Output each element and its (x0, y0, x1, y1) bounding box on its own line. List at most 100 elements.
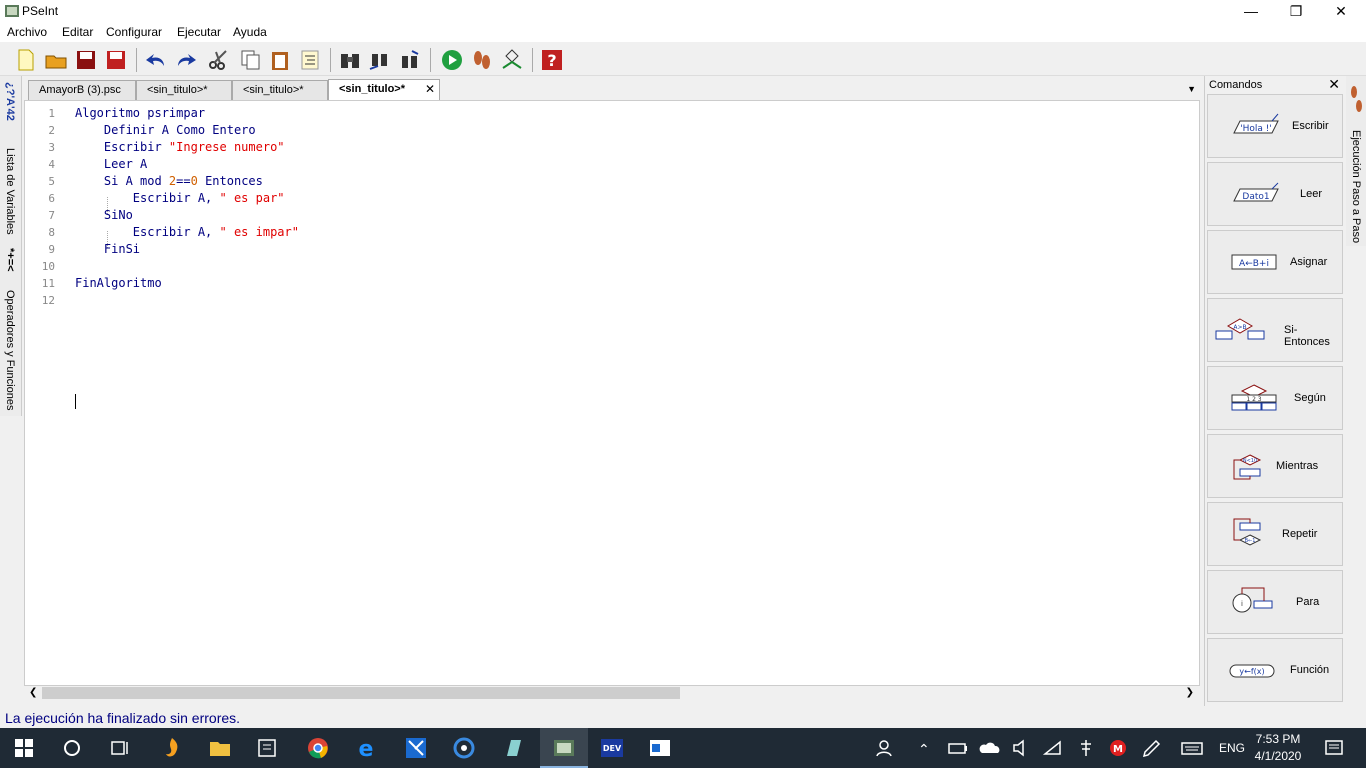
command-mientras[interactable]: N<10 Mientras (1207, 434, 1343, 498)
task-view-icon[interactable] (108, 736, 132, 760)
command-repetir[interactable]: B←1 Repetir (1207, 502, 1343, 566)
minimize-button[interactable]: — (1228, 0, 1274, 22)
code-line[interactable]: 10 (25, 258, 1195, 275)
code-line[interactable]: 3 Escribir "Ingrese numero" (25, 139, 1195, 156)
fl-studio-icon[interactable] (160, 736, 184, 760)
file-explorer-icon[interactable] (208, 736, 232, 760)
find-next-icon[interactable] (368, 48, 392, 72)
maximize-button[interactable]: ❐ (1273, 0, 1319, 22)
undo-icon[interactable] (144, 48, 168, 72)
replace-icon[interactable] (398, 48, 422, 72)
horizontal-scrollbar[interactable]: ❮ ❯ (24, 686, 1200, 700)
new-file-icon[interactable] (14, 48, 38, 72)
close-commands-icon[interactable]: ✕ (1328, 76, 1340, 93)
keyboard-icon[interactable] (1180, 736, 1204, 760)
pen-icon[interactable] (1140, 736, 1164, 760)
close-button[interactable]: ✕ (1318, 0, 1364, 22)
code-text: FinSi (75, 241, 140, 258)
command-funcion[interactable]: y←f(x) Función (1207, 638, 1343, 702)
edge-icon[interactable]: e (354, 736, 378, 760)
pseint-taskbar-button-active[interactable] (540, 728, 588, 768)
notifications-icon[interactable] (1322, 736, 1346, 760)
code-text: FinAlgoritmo (75, 275, 162, 292)
code-line[interactable]: 5 Si A mod 2==0 Entonces (25, 173, 1195, 190)
antivirus-icon[interactable]: M (1106, 736, 1130, 760)
input-language[interactable]: ENG (1219, 741, 1245, 755)
cut-icon[interactable] (206, 48, 230, 72)
indent-icon[interactable] (298, 48, 322, 72)
code-line[interactable]: 7 SiNo (25, 207, 1195, 224)
code-editor[interactable]: 1 Algoritmo psrimpar 2 Definir A Como Ente… (24, 100, 1200, 686)
right-side-tab[interactable]: Ejecución Paso a Paso (1346, 76, 1366, 246)
onedrive-icon[interactable] (978, 736, 1002, 760)
run-icon[interactable] (440, 48, 464, 72)
code-token: Si A mod (75, 174, 169, 188)
clock-date: 4/1/2020 (1254, 749, 1302, 763)
tab-file[interactable]: AmayorB (3).psc (28, 80, 136, 100)
menu-archivo[interactable]: Archivo (7, 25, 47, 39)
network-icon[interactable] (1074, 736, 1098, 760)
code-line[interactable]: 4 Leer A (25, 156, 1195, 173)
save-as-icon[interactable] (104, 48, 128, 72)
footsteps-icon (1351, 86, 1362, 112)
tab-file-active[interactable]: <sin_titulo>* ✕ (328, 79, 440, 100)
code-line[interactable]: 8 Escribir A, " es impar" (25, 224, 1195, 241)
command-asignar[interactable]: A←B+i Asignar (1207, 230, 1343, 294)
tab-ejecucion-paso-a-paso[interactable]: Ejecución Paso a Paso (1350, 130, 1362, 243)
command-segun[interactable]: 1 2 3 Según (1207, 366, 1343, 430)
code-line[interactable]: 11 FinAlgoritmo (25, 275, 1195, 292)
scroll-right-icon[interactable]: ❯ (1186, 686, 1194, 700)
tab-lista-de-variables[interactable]: Lista de Variables (4, 148, 16, 235)
code-text: SiNo (75, 207, 133, 224)
tab-file[interactable]: <sin_titulo>* (232, 80, 328, 100)
close-tab-icon[interactable]: ✕ (425, 80, 435, 98)
menu-ayuda[interactable]: Ayuda (233, 25, 267, 39)
code-token: Escribir A, (75, 225, 220, 239)
people-icon[interactable] (874, 736, 898, 760)
windows-taskbar: e DEV ⌃ M ENG 7:53 PM 4/1/2020 (0, 728, 1366, 768)
flowchart-icon[interactable] (500, 48, 524, 72)
code-line[interactable]: 6 Escribir A, " es par" (25, 190, 1195, 207)
clock[interactable]: 7:53 PM 4/1/2020 (1248, 731, 1308, 765)
app-icon[interactable] (452, 736, 476, 760)
chrome-icon[interactable] (306, 736, 330, 760)
svg-text:DEV: DEV (603, 744, 622, 753)
code-line[interactable]: 12 (25, 292, 1195, 309)
code-line[interactable]: 9 FinSi (25, 241, 1195, 258)
scrollbar-thumb[interactable] (42, 687, 680, 699)
battery-icon[interactable] (946, 736, 970, 760)
command-leer[interactable]: Dato1 Leer (1207, 162, 1343, 226)
menu-editar[interactable]: Editar (62, 25, 93, 39)
tab-file[interactable]: <sin_titulo>* (136, 80, 232, 100)
search-binoculars-icon[interactable] (338, 48, 362, 72)
line-number: 8 (48, 226, 55, 239)
step-by-step-icon[interactable] (470, 48, 494, 72)
redo-icon[interactable] (174, 48, 198, 72)
app-icon[interactable] (648, 736, 672, 760)
copy-icon[interactable] (238, 48, 262, 72)
tab-operadores-y-funciones[interactable]: Operadores y Funciones (4, 290, 16, 410)
command-escribir[interactable]: 'Hola !' Escribir (1207, 94, 1343, 158)
volume-icon[interactable] (1010, 736, 1034, 760)
notepad-icon[interactable] (256, 736, 280, 760)
tab-list-dropdown-icon[interactable]: ▼ (1187, 84, 1196, 94)
menu-ejecutar[interactable]: Ejecutar (177, 25, 221, 39)
code-line[interactable]: 1 Algoritmo psrimpar (25, 105, 1195, 122)
code-line[interactable]: 2 Definir A Como Entero (25, 122, 1195, 139)
search-icon[interactable] (60, 736, 84, 760)
open-folder-icon[interactable] (44, 48, 68, 72)
scroll-left-icon[interactable]: ❮ (29, 686, 37, 700)
menu-configurar[interactable]: Configurar (106, 25, 162, 39)
wifi-icon[interactable] (1042, 736, 1066, 760)
windows-start-icon[interactable] (12, 736, 36, 760)
command-si-entonces[interactable]: A>B Si-Entonces (1207, 298, 1343, 362)
save-icon[interactable] (74, 48, 98, 72)
paste-icon[interactable] (268, 48, 292, 72)
toolbar: ? (0, 42, 1366, 76)
show-hidden-icons-icon[interactable]: ⌃ (918, 741, 930, 758)
app-icon[interactable] (404, 736, 428, 760)
devcpp-icon[interactable]: DEV (600, 736, 624, 760)
help-icon[interactable]: ? (540, 48, 564, 72)
command-para[interactable]: i Para (1207, 570, 1343, 634)
app-icon[interactable] (502, 736, 526, 760)
